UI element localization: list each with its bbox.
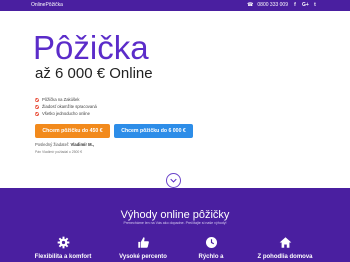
feature-text: Pôžička na Zakúšek (42, 97, 80, 102)
benefit-label: Rýchlo a (198, 254, 224, 260)
clock-icon (205, 236, 217, 249)
feature-list: Pôžička na Zakúšek Žiadosť okamžite spra… (35, 96, 97, 117)
list-item: Pôžička na Zakúšek (35, 96, 97, 103)
feature-text: Všetko jednoducho online (42, 111, 90, 116)
chevron-down-icon (170, 178, 177, 183)
loan-450-button[interactable]: Chcem pôžičku do 450 € (35, 124, 110, 138)
feature-text: Žiadosť okamžite spracovaná (42, 104, 97, 109)
google-plus-icon[interactable]: G+ (302, 2, 309, 8)
home-icon (279, 237, 291, 248)
benefit-label: Z pohodlia domova (257, 254, 313, 260)
benefit-speed: Rýchlo a (176, 236, 246, 260)
last-applicant-name: Vladimír M., (70, 142, 94, 147)
benefit-label: Flexibilita a komfort (34, 254, 92, 260)
top-contacts: ☎ 0800 333 009 f G+ t (247, 2, 318, 8)
last-applicant-label: Posledný žiadateľ: (35, 142, 70, 147)
hero-section: Pôžička až 6 000 € Online Pôžička na Zak… (0, 11, 350, 188)
last-applicant: Posledný žiadateľ: Vladimír M., (35, 142, 94, 147)
gear-icon (57, 236, 69, 249)
list-item: Žiadosť okamžite spracovaná (35, 103, 97, 110)
thumbs-up-icon (137, 237, 149, 248)
benefits-subtitle: Prenecháme len na Vás ako dopadne. Prečí… (123, 221, 227, 225)
benefit-label: Vysoké percento (119, 254, 167, 260)
list-item: Všetko jednoducho online (35, 110, 97, 117)
phone-icon: ☎ (247, 2, 254, 8)
top-bar: OnlinePôžička ☎ 0800 333 009 f G+ t (0, 0, 350, 11)
brand-logo[interactable]: OnlinePôžička (31, 2, 63, 8)
phone-number[interactable]: 0800 333 009 (257, 2, 288, 8)
check-icon (35, 111, 39, 116)
scroll-down-button[interactable] (166, 173, 181, 188)
hero-subtitle: až 6 000 € Online (35, 65, 153, 82)
twitter-icon[interactable]: t (312, 2, 318, 8)
benefit-approval: Vysoké percento (108, 236, 178, 260)
benefits-section: Výhody online pôžičky Prenecháme len na … (0, 188, 350, 262)
benefit-home: Z pohodlia domova (250, 236, 320, 260)
applicant-note: Pán Vladimír požiadal o 2500 € (35, 150, 83, 154)
benefit-flexibility: Flexibilita a komfort (28, 236, 98, 260)
check-icon (35, 104, 39, 109)
check-icon (35, 97, 39, 102)
loan-6000-button[interactable]: Chcem pôžičku do 6 000 € (114, 124, 193, 138)
page-title: Pôžička (33, 29, 149, 66)
benefits-title: Výhody online pôžičky (120, 209, 230, 221)
facebook-icon[interactable]: f (292, 2, 298, 8)
